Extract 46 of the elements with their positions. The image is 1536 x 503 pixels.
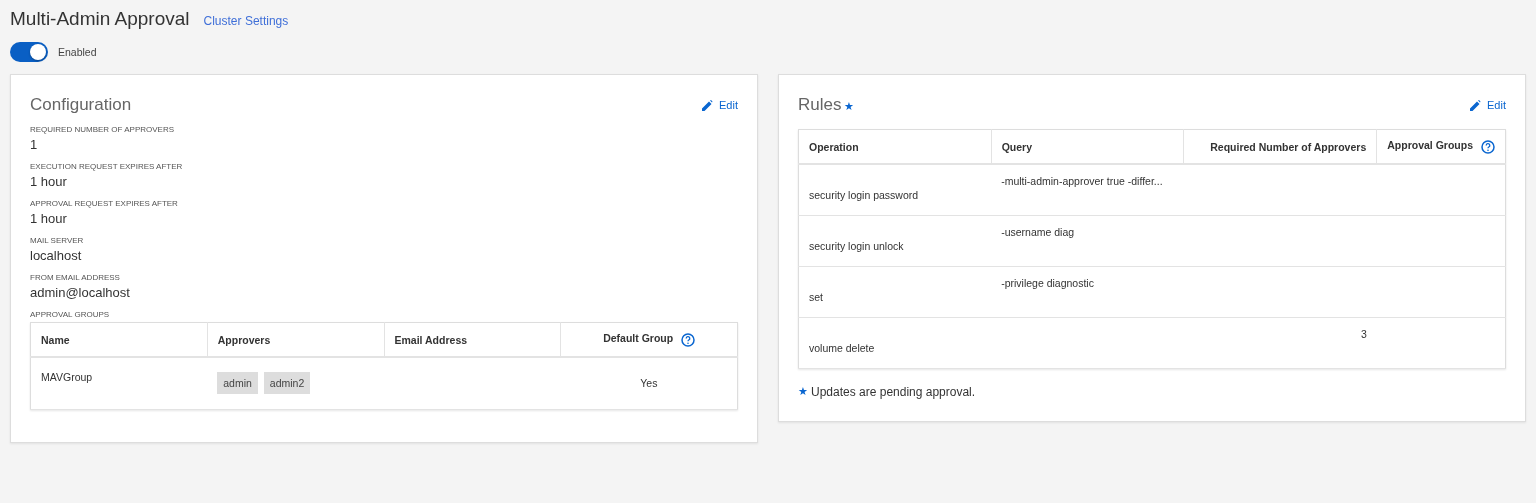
cluster-settings-link[interactable]: Cluster Settings [203,14,289,28]
card-title: Rules [798,95,842,115]
field-value: localhost [30,248,83,263]
edit-button[interactable]: Edit [702,99,738,111]
table-cell: security login unlock [798,215,992,266]
table-cell: -privilege diagnostic [1001,276,1094,289]
column-header: Query [991,129,1184,164]
pending-mark: ★ [844,100,855,113]
section-label: APPROVAL GROUPS [30,310,111,319]
table-cell: -username diag [1001,225,1075,238]
field-value: 1 [30,137,39,152]
enabled-toggle[interactable] [10,42,48,62]
table-cell: set [798,266,992,317]
help-icon[interactable] [681,332,696,347]
column-header: Operation [798,129,992,164]
edit-button[interactable]: Edit [1470,99,1506,111]
column-header: Default Group [560,322,738,357]
card-title: Configuration [30,95,132,115]
field-label: EXECUTION REQUEST EXPIRES AFTER [30,162,184,171]
column-header: Name [30,322,208,357]
pending-note: Updates are pending approval. [811,384,976,399]
field-label: FROM EMAIL ADDRESS [30,273,121,282]
table-cell: MAVGroup [30,357,208,409]
field-label: APPROVAL REQUEST EXPIRES AFTER [30,199,179,208]
table-cell: security login password [798,164,992,215]
approver-tag: admin2 [263,372,311,395]
field-label: REQUIRED NUMBER OF APPROVERS [30,125,176,134]
toggle-label: Enabled [58,46,97,58]
pending-mark: ★ [798,385,808,398]
column-header: Email Address [384,322,561,357]
column-header: Approvers [207,322,384,357]
table-cell: -multi-admin-approver true -differ... [1001,175,1163,187]
table-cell: Yes [560,357,738,409]
field-value: 1 hour [30,174,68,189]
page-title: Multi-Admin Approval [10,8,190,30]
table-cell: volume delete [798,317,992,368]
column-header: Required Number of Approvers [1183,129,1377,164]
pencil-icon [1470,99,1482,111]
approver-tag: admin [217,372,258,395]
column-header: Approval Groups [1376,129,1506,164]
pencil-icon [702,99,714,111]
help-icon[interactable] [1481,139,1495,154]
table-cell: 3 [1360,327,1367,340]
field-label: MAIL SERVER [30,236,85,245]
field-value: 1 hour [30,211,68,226]
field-value: admin@localhost [30,285,131,300]
